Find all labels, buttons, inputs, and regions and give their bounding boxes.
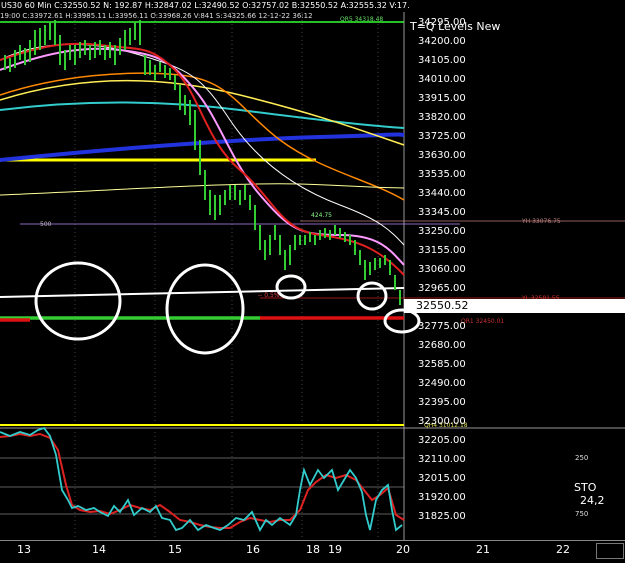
price-axis-label: 32205.00 [418,435,466,446]
price-axis-label: 33725.00 [418,131,466,142]
price-axis-label: 32300.00 [418,416,466,427]
circle-annotation-1 [34,261,122,341]
price-axis-label: 33440.00 [418,188,466,199]
price-axis-label: 32110.00 [418,454,466,465]
date-label: 13 [17,543,31,556]
price-axis-label: 34105.00 [418,55,466,66]
price-axis-label: 34010.00 [418,74,466,85]
white-level-line [0,287,405,298]
price-bars [4,20,401,305]
price-axis-label: 33915.00 [418,93,466,104]
date-label: 15 [168,543,182,556]
top-level-label: QR5 34318.48 [340,16,383,23]
price-axis-label: 32680.00 [418,340,466,351]
sto-level-250-label: 250 [575,454,589,462]
date-label: 20 [396,543,410,556]
blue-ma-line [0,132,405,162]
current-price-box: 32550.52 [404,299,625,313]
pink-ma-line [0,47,405,266]
price-axis-label: 34295.00 [418,17,466,28]
qr1-label: QR1 32450.01 [461,318,504,325]
date-label: 22 [556,543,570,556]
price-axis-label: 33535.00 [418,169,466,180]
date-label: 14 [92,543,106,556]
minus-label: -- 0.5% [258,292,280,299]
window-corner-icon[interactable] [596,543,624,559]
price-axis-label: 34200.00 [418,36,466,47]
annotation-circles [34,261,421,355]
circle-annotation-5 [383,308,421,334]
sto-label: STO [574,481,597,494]
price-axis-label: 32965.00 [418,283,466,294]
date-label: 19 [328,543,342,556]
date-label: 16 [246,543,260,556]
diff-label: 424.75 [311,212,332,219]
price-axis-label: 31920.00 [418,492,466,503]
circle-annotation-4 [356,281,388,311]
date-label: 21 [476,543,490,556]
price-axis-label: 33630.00 [418,150,466,161]
sto-readout: STO 24,2 [574,481,625,507]
price-axis-label: 32395.00 [418,397,466,408]
price-chart[interactable]: YH 33076.75 YL 32581.55 QR1 32450.01 QH4… [0,0,625,562]
date-label: 18 [306,543,320,556]
sto-main-line [0,426,403,532]
yh-label: YH 33076.75 [521,218,561,225]
price-axis-label: 32490.00 [418,378,466,389]
price-axis-label: 31825.00 [418,511,466,522]
price-axis-label: 33155.00 [418,245,466,256]
circle-annotation-3 [275,274,307,300]
pale-ma-line [0,183,405,196]
price-axis-label: 32015.00 [418,473,466,484]
sto-level-750-label: 750 [575,510,589,518]
sto-value: 24,2 [580,494,605,507]
price-axis-label: 33250.00 [418,226,466,237]
price-axis-label: 33345.00 [418,207,466,218]
price-axis-label: 32775.00 [418,321,466,332]
price-axis-label: 32585.00 [418,359,466,370]
price-axis-label: 33820.00 [418,112,466,123]
five-hundred-label: 500 [40,221,52,228]
price-axis-label: 33060.00 [418,264,466,275]
